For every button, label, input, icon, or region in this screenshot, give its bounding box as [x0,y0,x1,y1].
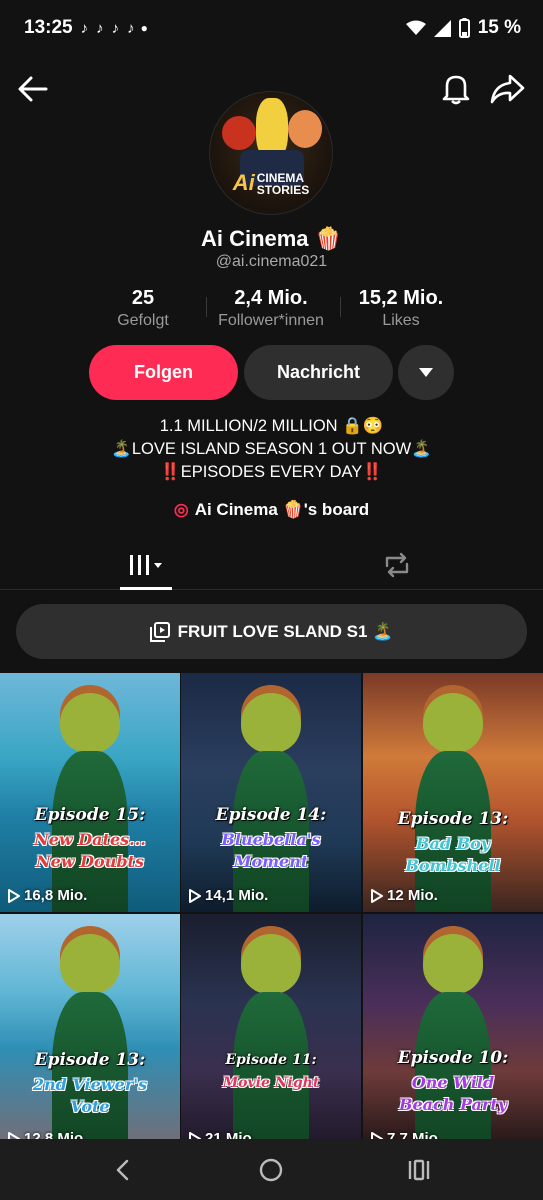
episode-label: Episode 13: [34,1050,146,1070]
episode-label: Episode 11: [225,1052,317,1068]
more-notifications-dot-icon: ● [140,21,148,35]
episode-title: Bluebella's Moment [221,830,321,871]
share-arrow-icon[interactable] [488,70,526,106]
board-link[interactable]: ◎ Ai Cinema 🍿's board [0,500,543,520]
view-count: 12 Mio. [371,887,438,904]
tomato-character-image [222,116,256,150]
bio-line: ‼️EPISODES EVERY DAY‼️ [160,463,383,481]
profile-name: Ai Cinema 🍿 [200,226,343,251]
playlist-icon [149,621,170,642]
recents-icon[interactable] [406,1157,432,1183]
episode-label: Episode 14: [215,805,327,825]
video-tile[interactable]: Episode 10: One Wild Beach Party 7,7 Mio. [363,914,543,1139]
profile-bio: 1.1 MILLION/2 MILLION 🔒😳 🏝️LOVE ISLAND S… [0,415,543,484]
profile-handle: @ai.cinema021 [215,253,328,270]
stat-divider [340,297,341,317]
episode-title: 2nd Viewer's Vote [32,1075,148,1116]
board-icon: ◎ [173,500,189,519]
view-count: 21 Mio. [189,1130,256,1139]
stat-likes[interactable]: 15,2 Mio. Likes [346,287,456,330]
episode-label: Episode 15: [34,805,146,825]
status-time: 13:25 [24,17,73,38]
bio-line: 1.1 MILLION/2 MILLION 🔒😳 [159,417,384,435]
stat-followers[interactable]: 2,4 Mio. Follower*innen [208,287,334,330]
play-icon [8,1131,20,1139]
battery-icon [458,18,470,38]
peach-character-image [288,110,322,148]
playlist-button[interactable]: FRUIT LOVE SLAND S1 🏝️ [16,604,527,659]
caret-down-icon [419,368,433,377]
chevron-left-icon[interactable] [110,1157,136,1183]
episode-title: Movie Night [222,1075,320,1091]
stat-following[interactable]: 25 Gefolgt [100,287,186,330]
fruit-character-image [241,934,301,994]
playlist-label: FRUIT LOVE SLAND S1 🏝️ [177,621,394,641]
profile-avatar[interactable]: Ai CINEMA STORIES [209,91,333,215]
fruit-character-image [60,693,120,753]
arrow-left-icon[interactable] [16,72,50,106]
circle-home-icon[interactable] [258,1157,284,1183]
view-count: 12,8 Mio. [8,1130,87,1139]
tiktok-notification-icon: ♪ [111,19,120,37]
notification-icons: ♪ ♪ ♪ ♪ [81,20,135,37]
video-grid: Episode 15: New Dates... New Doubts 16,8 … [0,673,543,1139]
play-icon [189,1131,201,1139]
repost-icon [385,552,409,578]
system-navigation-bar [0,1139,543,1200]
message-button[interactable]: Nachricht [244,345,393,400]
fruit-character-image [423,693,483,753]
video-tile[interactable]: Episode 11: Movie Night 21 Mio. [181,914,361,1139]
view-count: 14,1 Mio. [189,887,268,904]
episode-label: Episode 13: [397,809,509,829]
fruit-character-image [60,934,120,994]
episode-label: Episode 10: [397,1048,509,1068]
profile-stats: 25 Gefolgt 2,4 Mio. Follower*innen 15,2 … [100,287,460,337]
tiktok-notification-icon: ♪ [96,19,104,37]
tiktok-notification-icon: ♪ [80,19,89,37]
fruit-character-image [423,934,483,994]
video-tile[interactable]: Episode 13: Bad Boy Bombshell 12 Mio. [363,673,543,912]
status-bar: 13:25 ♪ ♪ ♪ ♪ ● 15 % [0,0,543,56]
play-icon [189,888,201,903]
follow-button[interactable]: Folgen [89,345,238,400]
play-icon [371,1131,383,1139]
signal-icon [433,19,451,37]
content-tabs [0,540,543,590]
grid-icon [130,555,162,575]
view-count: 16,8 Mio. [8,887,87,904]
tab-videos[interactable] [120,540,172,590]
more-options-button[interactable] [398,345,454,400]
wifi-icon [405,20,426,35]
fruit-character-image [241,693,301,753]
tab-reposts[interactable] [380,540,414,590]
video-tile[interactable]: Episode 15: New Dates... New Doubts 16,8 … [0,673,180,912]
avatar-logo: Ai CINEMA STORIES [232,170,310,197]
episode-title: New Dates... New Doubts [34,830,146,871]
video-tile[interactable]: Episode 13: 2nd Viewer's Vote 12,8 Mio. [0,914,180,1139]
bell-icon[interactable] [438,70,474,106]
battery-percent: 15 % [477,17,521,38]
episode-title: One Wild Beach Party [398,1073,508,1114]
play-icon [8,888,20,903]
view-count: 7,7 Mio. [371,1130,442,1139]
stat-divider [206,297,207,317]
tiktok-notification-icon: ♪ [127,19,135,37]
bio-line: 🏝️LOVE ISLAND SEASON 1 OUT NOW🏝️ [111,440,432,458]
play-icon [371,888,383,903]
episode-title: Bad Boy Bombshell [405,834,501,875]
video-tile[interactable]: Episode 14: Bluebella's Moment 14,1 Mio. [181,673,361,912]
